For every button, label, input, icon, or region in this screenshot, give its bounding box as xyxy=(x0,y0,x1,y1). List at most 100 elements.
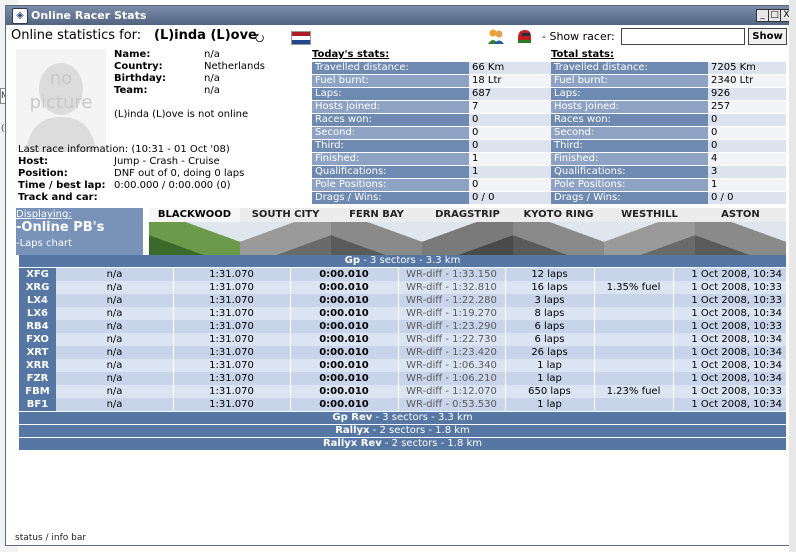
pb-best: 0:00.010 xyxy=(319,295,369,306)
avatar: no picture xyxy=(16,49,106,152)
pb-time: 1:31.070 xyxy=(209,295,254,306)
pb-laps: 1 lap xyxy=(537,399,562,410)
pb-wr: WR-diff - 1:22.730 xyxy=(406,334,497,345)
track-aston[interactable]: ASTON xyxy=(695,208,786,255)
column-divider xyxy=(673,346,674,359)
team-label: Team: xyxy=(114,85,148,96)
track-section-header[interactable]: Gp - 3 sectors - 3.3 km xyxy=(19,255,786,267)
today-stat-label: Races won: xyxy=(312,114,472,126)
column-divider xyxy=(673,372,674,385)
pb-car: LX6 xyxy=(19,307,56,320)
column-divider xyxy=(505,398,506,411)
total-stat-label: Pole Positions: xyxy=(551,179,708,191)
total-stat-label: Third: xyxy=(551,140,708,152)
track-name: ASTON xyxy=(695,208,786,222)
column-divider xyxy=(594,281,595,294)
track-kyoto-ring[interactable]: KYOTO RING xyxy=(513,208,604,255)
track-section-header[interactable]: Rallyx Rev - 2 sectors - 1.8 km xyxy=(19,438,786,450)
pb-fuel xyxy=(594,333,673,346)
today-stats-heading: Today's stats: xyxy=(312,49,390,60)
netherlands-flag-icon xyxy=(291,31,311,45)
section-details: - 3 sectors - 3.3 km xyxy=(360,255,461,266)
pb-date: 1 Oct 2008, 10:33 xyxy=(691,386,782,397)
pb-fuel xyxy=(594,359,673,372)
section-name: Rallyx xyxy=(335,425,370,436)
time-value: 0:00.000 / 0:00.000 (0) xyxy=(114,180,231,191)
pb-time: 1:31.070 xyxy=(209,347,254,358)
pb-best: 0:00.010 xyxy=(319,321,369,332)
column-divider xyxy=(673,281,674,294)
pb-row: FZR n/a 1:31.070 0:00.010 WR-diff - 1:06.210… xyxy=(19,372,786,385)
pb-best: 0:00.010 xyxy=(319,269,369,280)
pb-fuel xyxy=(594,294,673,307)
pb-date: 1 Oct 2008, 10:33 xyxy=(691,321,782,332)
track-section-header[interactable]: Rallyx - 2 sectors - 1.8 km xyxy=(19,425,786,437)
racer-stats-window: ◈ Online Racer Stats _ □ X Online statis… xyxy=(5,5,793,546)
pb-laps: 26 laps xyxy=(531,347,568,358)
total-stat-value: 0 / 0 xyxy=(708,192,786,204)
total-stat-value: 0 xyxy=(708,140,786,152)
column-divider xyxy=(173,294,174,307)
total-stat-value: 926 xyxy=(708,88,786,100)
column-divider xyxy=(173,320,174,333)
stats-for-label: Online statistics for: xyxy=(11,28,142,43)
column-divider xyxy=(673,320,674,333)
track-name: SOUTH CITY xyxy=(240,208,331,222)
track-blackwood[interactable]: BLACKWOOD xyxy=(149,208,240,255)
show-racer-button[interactable]: Show xyxy=(748,28,787,45)
birthday-label: Birthday: xyxy=(114,73,166,84)
total-stat-value: 257 xyxy=(708,101,786,113)
scrollbar[interactable] xyxy=(789,0,796,552)
pb-car: FBM xyxy=(19,385,56,398)
title-bar[interactable]: ◈ Online Racer Stats _ □ X xyxy=(6,6,793,25)
pb-laps: 1 lap xyxy=(537,373,562,384)
online-pbs-link[interactable]: -Online PB's xyxy=(16,220,104,235)
racer-helmet-icon[interactable] xyxy=(515,28,533,44)
show-racer-input[interactable] xyxy=(621,28,745,45)
track-name: FERN BAY xyxy=(331,208,422,222)
pb-wr: WR-diff - 1:23.290 xyxy=(406,321,497,332)
track-section-header[interactable]: Gp Rev - 3 sectors - 3.3 km xyxy=(19,412,786,424)
laps-chart-link[interactable]: -Laps chart xyxy=(16,238,72,249)
column-divider xyxy=(290,346,291,359)
column-divider xyxy=(290,268,291,281)
track-fern-bay[interactable]: FERN BAY xyxy=(331,208,422,255)
total-stat-label: Qualifications: xyxy=(551,166,708,178)
pb-car: RB4 xyxy=(19,320,56,333)
column-divider xyxy=(505,307,506,320)
total-stat-label: Hosts joined: xyxy=(551,101,708,113)
pb-date: 1 Oct 2008, 10:34 xyxy=(691,399,782,410)
column-divider xyxy=(594,320,595,333)
today-stat-label: Travelled distance: xyxy=(312,62,472,74)
pb-car: XFG xyxy=(19,268,56,281)
track-westhill[interactable]: WESTHILL xyxy=(604,208,695,255)
position-value: DNF out of 0, doing 0 laps xyxy=(114,168,245,179)
racer-symbol: ⭮ xyxy=(255,31,265,44)
column-divider xyxy=(594,294,595,307)
track-thumbnail xyxy=(149,222,240,255)
pb-best: 0:00.010 xyxy=(319,360,369,371)
status-bar: status / info bar xyxy=(15,533,87,543)
column-divider xyxy=(505,268,506,281)
team-value: n/a xyxy=(204,85,220,96)
track-dragstrip[interactable]: DRAGSTRIP xyxy=(422,208,513,255)
track-name: DRAGSTRIP xyxy=(422,208,513,222)
pb-wr: WR-diff - 0:53.530 xyxy=(406,399,497,410)
pb-wr: WR-diff - 1:06.210 xyxy=(406,373,497,384)
column-divider xyxy=(173,333,174,346)
pb-date: 1 Oct 2008, 10:34 xyxy=(691,308,782,319)
pb-laps: 16 laps xyxy=(531,282,568,293)
track-south-city[interactable]: SOUTH CITY xyxy=(240,208,331,255)
pb-fuel xyxy=(594,268,673,281)
column-divider xyxy=(398,333,399,346)
section-details: - 3 sectors - 3.3 km xyxy=(372,412,473,423)
pb-fuel: 1.35% fuel xyxy=(606,282,661,293)
pb-best: 0:00.010 xyxy=(319,334,369,345)
pb-wr: WR-diff - 1:23.420 xyxy=(406,347,497,358)
today-stat-label: Third: xyxy=(312,140,472,152)
section-name: Rallyx Rev xyxy=(322,438,382,449)
friends-icon[interactable] xyxy=(487,28,505,44)
column-divider xyxy=(673,385,674,398)
track-thumbnail xyxy=(604,222,695,255)
total-stat-label: Laps: xyxy=(551,88,708,100)
